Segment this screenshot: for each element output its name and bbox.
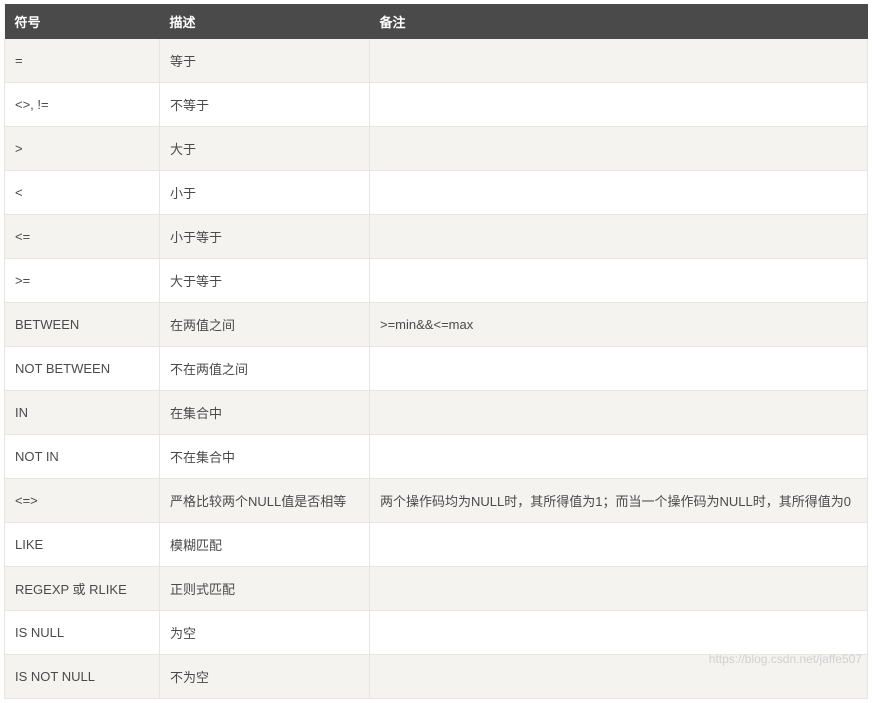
cell-description: 不等于 xyxy=(160,83,370,127)
cell-symbol: = xyxy=(5,39,160,83)
operators-table: 符号 描述 备注 =等于<>, !=不等于>大于<小于<=小于等于>=大于等于B… xyxy=(4,4,868,699)
cell-remark xyxy=(370,83,868,127)
table-row: NOT BETWEEN不在两值之间 xyxy=(5,347,868,391)
table-row: <=>严格比较两个NULL值是否相等两个操作码均为NULL时，其所得值为1；而当… xyxy=(5,479,868,523)
table-row: IN在集合中 xyxy=(5,391,868,435)
cell-description: 严格比较两个NULL值是否相等 xyxy=(160,479,370,523)
cell-remark xyxy=(370,171,868,215)
cell-symbol: BETWEEN xyxy=(5,303,160,347)
cell-symbol: <>, != xyxy=(5,83,160,127)
header-remark: 备注 xyxy=(370,4,868,39)
cell-remark xyxy=(370,347,868,391)
cell-symbol: NOT IN xyxy=(5,435,160,479)
table-row: =等于 xyxy=(5,39,868,83)
cell-remark xyxy=(370,391,868,435)
table-row: BETWEEN在两值之间>=min&&<=max xyxy=(5,303,868,347)
cell-remark xyxy=(370,567,868,611)
table-row: LIKE模糊匹配 xyxy=(5,523,868,567)
cell-description: 等于 xyxy=(160,39,370,83)
cell-symbol: >= xyxy=(5,259,160,303)
cell-symbol: IN xyxy=(5,391,160,435)
cell-description: 大于等于 xyxy=(160,259,370,303)
table-row: >大于 xyxy=(5,127,868,171)
cell-description: 在集合中 xyxy=(160,391,370,435)
table-row: REGEXP 或 RLIKE正则式匹配 xyxy=(5,567,868,611)
header-symbol: 符号 xyxy=(5,4,160,39)
cell-description: 不在两值之间 xyxy=(160,347,370,391)
cell-symbol: < xyxy=(5,171,160,215)
cell-symbol: <= xyxy=(5,215,160,259)
cell-description: 大于 xyxy=(160,127,370,171)
cell-symbol: IS NOT NULL xyxy=(5,655,160,699)
cell-remark xyxy=(370,523,868,567)
cell-remark: 两个操作码均为NULL时，其所得值为1；而当一个操作码为NULL时，其所得值为0 xyxy=(370,479,868,523)
cell-remark xyxy=(370,435,868,479)
cell-remark xyxy=(370,215,868,259)
cell-description: 小于 xyxy=(160,171,370,215)
table-header-row: 符号 描述 备注 xyxy=(5,4,868,39)
table-row: <>, !=不等于 xyxy=(5,83,868,127)
table-row: <=小于等于 xyxy=(5,215,868,259)
cell-remark: >=min&&<=max xyxy=(370,303,868,347)
cell-symbol: <=> xyxy=(5,479,160,523)
cell-remark xyxy=(370,39,868,83)
cell-description: 在两值之间 xyxy=(160,303,370,347)
cell-description: 模糊匹配 xyxy=(160,523,370,567)
cell-remark xyxy=(370,259,868,303)
cell-description: 小于等于 xyxy=(160,215,370,259)
table-row: IS NULL为空 xyxy=(5,611,868,655)
cell-symbol: NOT BETWEEN xyxy=(5,347,160,391)
cell-remark xyxy=(370,655,868,699)
header-description: 描述 xyxy=(160,4,370,39)
table-row: <小于 xyxy=(5,171,868,215)
cell-description: 为空 xyxy=(160,611,370,655)
cell-symbol: > xyxy=(5,127,160,171)
table-row: >=大于等于 xyxy=(5,259,868,303)
cell-description: 正则式匹配 xyxy=(160,567,370,611)
cell-description: 不为空 xyxy=(160,655,370,699)
cell-symbol: IS NULL xyxy=(5,611,160,655)
table-row: IS NOT NULL不为空 xyxy=(5,655,868,699)
cell-symbol: REGEXP 或 RLIKE xyxy=(5,567,160,611)
cell-remark xyxy=(370,127,868,171)
cell-description: 不在集合中 xyxy=(160,435,370,479)
cell-symbol: LIKE xyxy=(5,523,160,567)
table-row: NOT IN不在集合中 xyxy=(5,435,868,479)
cell-remark xyxy=(370,611,868,655)
